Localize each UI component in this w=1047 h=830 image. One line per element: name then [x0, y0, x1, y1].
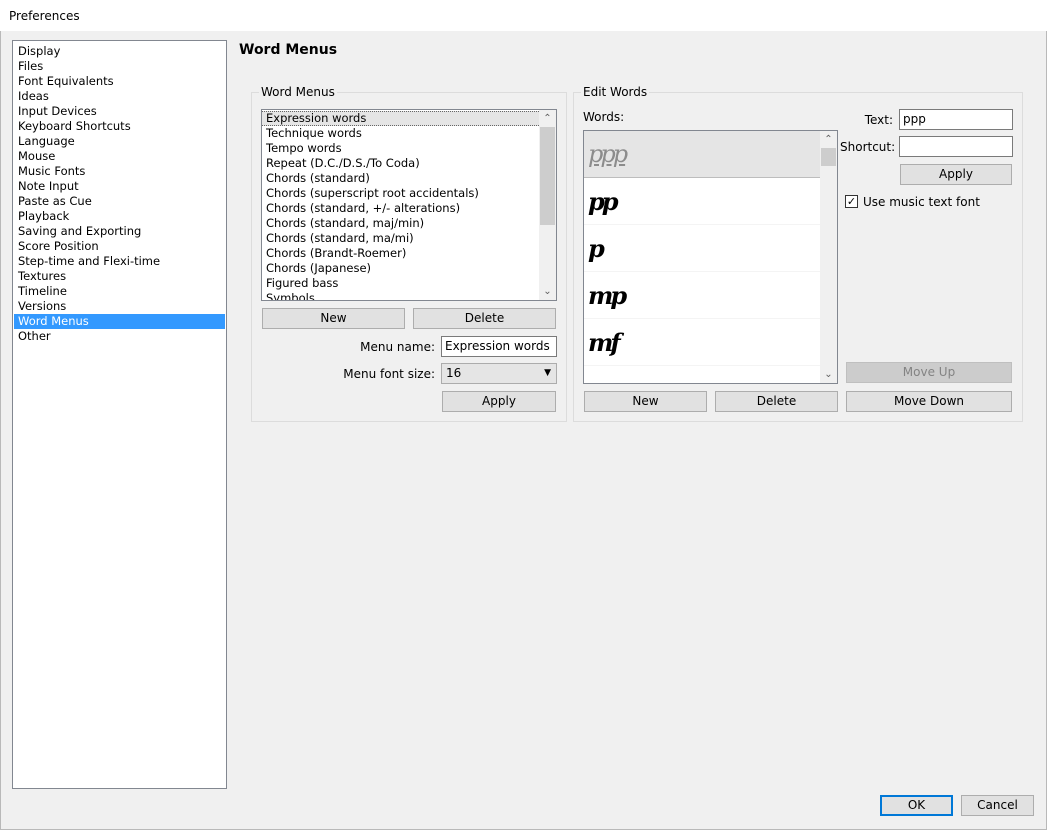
word-menus-group-label: Word Menus	[259, 85, 337, 100]
category-item[interactable]: Note Input	[14, 179, 225, 194]
category-item[interactable]: Word Menus	[14, 314, 225, 329]
dropdown-arrow-icon: ▼	[544, 368, 551, 378]
checkmark-icon: ✓	[846, 195, 857, 208]
word-menu-item[interactable]: Figured bass	[262, 276, 539, 291]
word-apply-button[interactable]: Apply	[900, 164, 1012, 185]
scrollbar-thumb[interactable]	[540, 127, 555, 225]
word-menu-item[interactable]: Chords (Brandt-Roemer)	[262, 246, 539, 261]
category-item[interactable]: Input Devices	[14, 104, 225, 119]
category-item[interactable]: Files	[14, 59, 225, 74]
edit-words-group-label: Edit Words	[581, 85, 650, 100]
scrollbar-thumb[interactable]	[821, 148, 836, 166]
page-title: Word Menus	[239, 42, 338, 58]
use-music-font-label[interactable]: Use music text font	[863, 192, 980, 212]
move-up-button[interactable]: Move Up	[846, 362, 1012, 383]
new-word-button[interactable]: New	[584, 391, 707, 412]
word-menu-item[interactable]: Repeat (D.C./D.S./To Coda)	[262, 156, 539, 171]
word-menu-item[interactable]: Technique words	[262, 126, 539, 141]
words-label: Words:	[583, 110, 625, 124]
cancel-button[interactable]: Cancel	[961, 795, 1034, 816]
word-item[interactable]: pp	[584, 178, 820, 225]
text-field[interactable]: ppp	[899, 109, 1013, 130]
category-item[interactable]: Font Equivalents	[14, 74, 225, 89]
menu-name-label: Menu name:	[360, 340, 435, 354]
category-list[interactable]: Display Files Font Equivalents Ideas Input D…	[12, 40, 227, 789]
word-menus-scrollbar[interactable]: ⌃ ⌄	[539, 110, 556, 300]
word-item[interactable]: ppp	[584, 131, 820, 178]
menu-font-size-select[interactable]: 16 ▼	[441, 363, 557, 384]
word-menu-item[interactable]: Tempo words	[262, 141, 539, 156]
word-menus-list[interactable]: Expression words Technique words Tempo wor…	[261, 109, 557, 301]
word-item[interactable]: p	[584, 225, 820, 272]
category-item[interactable]: Music Fonts	[14, 164, 225, 179]
menu-name-field[interactable]: Expression words	[441, 336, 557, 357]
title-bar: Preferences	[0, 0, 1047, 31]
category-item[interactable]: Keyboard Shortcuts	[14, 119, 225, 134]
chevron-down-icon[interactable]: ⌄	[820, 366, 837, 383]
delete-menu-button[interactable]: Delete	[413, 308, 556, 329]
words-list[interactable]: ppp pp p mp mf ⌃ ⌄	[583, 130, 838, 384]
window-title: Preferences	[9, 9, 80, 23]
shortcut-field[interactable]	[899, 136, 1013, 157]
category-item[interactable]: Textures	[14, 269, 225, 284]
word-menu-item[interactable]: Chords (standard, ma/mi)	[262, 231, 539, 246]
category-item[interactable]: Timeline	[14, 284, 225, 299]
word-menu-item[interactable]: Expression words	[262, 111, 539, 126]
new-menu-button[interactable]: New	[262, 308, 405, 329]
category-item[interactable]: Language	[14, 134, 225, 149]
category-item[interactable]: Display	[14, 44, 225, 59]
category-item[interactable]: Versions	[14, 299, 225, 314]
use-music-font-checkbox[interactable]: ✓	[845, 195, 858, 208]
category-item[interactable]: Paste as Cue	[14, 194, 225, 209]
chevron-up-icon[interactable]: ⌃	[820, 131, 837, 148]
category-item[interactable]: Mouse	[14, 149, 225, 164]
word-menu-item[interactable]: Chords (standard)	[262, 171, 539, 186]
shortcut-label: Shortcut:	[840, 140, 896, 154]
menu-font-size-value: 16	[446, 366, 462, 380]
word-menu-item[interactable]: Chords (standard, +/- alterations)	[262, 201, 539, 216]
ok-button[interactable]: OK	[880, 795, 953, 816]
text-label: Text:	[864, 113, 893, 127]
word-menu-item[interactable]: Chords (superscript root accidentals)	[262, 186, 539, 201]
word-item[interactable]: mf	[584, 319, 820, 366]
category-item[interactable]: Score Position	[14, 239, 225, 254]
words-scrollbar[interactable]: ⌃ ⌄	[820, 131, 837, 383]
category-item[interactable]: Other	[14, 329, 225, 344]
word-menu-item[interactable]: Chords (standard, maj/min)	[262, 216, 539, 231]
category-item[interactable]: Ideas	[14, 89, 225, 104]
menu-font-size-label: Menu font size:	[343, 367, 435, 381]
category-item[interactable]: Playback	[14, 209, 225, 224]
chevron-up-icon[interactable]: ⌃	[539, 110, 556, 127]
category-item[interactable]: Saving and Exporting	[14, 224, 225, 239]
delete-word-button[interactable]: Delete	[715, 391, 838, 412]
word-menu-item[interactable]: Symbols	[262, 291, 539, 300]
word-item[interactable]: mp	[584, 272, 820, 319]
word-menu-item[interactable]: Chords (Japanese)	[262, 261, 539, 276]
move-down-button[interactable]: Move Down	[846, 391, 1012, 412]
chevron-down-icon[interactable]: ⌄	[539, 283, 556, 300]
category-item[interactable]: Step-time and Flexi-time	[14, 254, 225, 269]
menu-apply-button[interactable]: Apply	[442, 391, 556, 412]
